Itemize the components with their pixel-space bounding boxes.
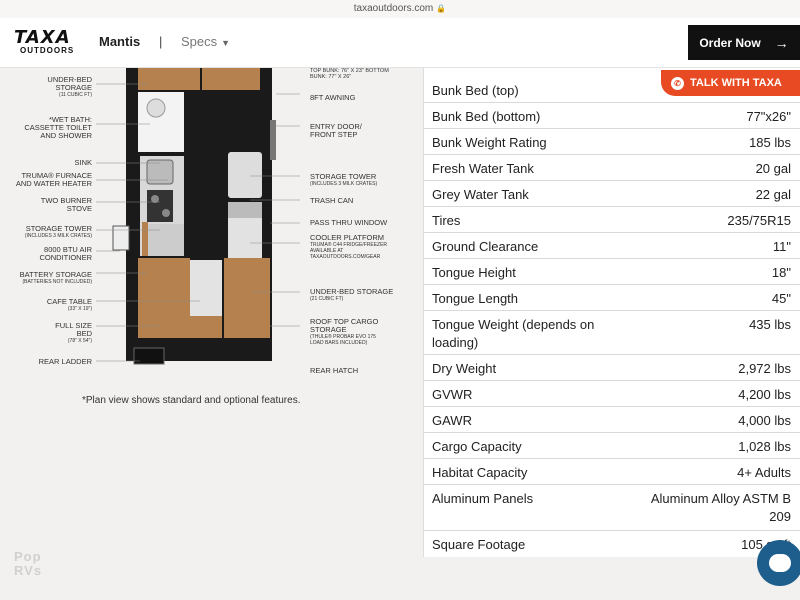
cafe-table	[190, 260, 222, 316]
entry-door	[270, 120, 276, 160]
label-storage-tower-right: STORAGE TOWER (INCLUDES 3 MILK CRATES)	[310, 172, 378, 188]
spec-row: GAWR 4,000 lbs	[424, 407, 800, 433]
label-entry-door: ENTRY DOOR/ FRONT STEP	[310, 122, 362, 139]
label-furnace: TRUMA® FURNACE AND WATER HEATER	[15, 171, 92, 188]
label-trash-can: TRASH CAN	[310, 196, 354, 205]
label-cafe-table: CAFE TABLE (33" X 19")	[46, 297, 92, 313]
browser-url-bar[interactable]: taxaoutdoors.com 🔒	[0, 0, 800, 18]
cooler-platform	[228, 218, 262, 258]
order-now-label: Order Now	[699, 35, 761, 50]
chevron-down-icon: ▼	[221, 38, 231, 48]
url-text[interactable]: taxaoutdoors.com 🔒	[0, 3, 800, 14]
spec-row: Fresh Water Tank 20 gal	[424, 155, 800, 181]
order-now-button[interactable]: Order Now →	[688, 25, 800, 60]
label-roof-top-cargo: ROOF TOP CARGO STORAGE (THULE® PROBAR EVO…	[310, 317, 379, 347]
spec-row: Grey Water Tank 22 gal	[424, 181, 800, 207]
plan-footnote: *Plan view shows standard and optional f…	[82, 395, 301, 406]
talk-with-taxa-label: TALK WITH TAXA	[690, 77, 782, 89]
rear-bed-center	[190, 316, 222, 338]
specs-dropdown[interactable]: Specs ▼	[181, 34, 230, 49]
label-pass-thru-window: PASS THRU WINDOW	[310, 218, 388, 227]
label-full-size-bed: FULL SIZE BED (78" X 54")	[55, 321, 92, 345]
battery-storage	[142, 222, 148, 256]
spec-row: Square Footage105 sq ft	[432, 537, 791, 552]
nav-separator: |	[159, 34, 163, 49]
specs-label: Specs	[181, 34, 218, 49]
burner-icon	[162, 209, 170, 217]
spec-row: Habitat Capacity 4+ Adults	[424, 459, 800, 485]
toilet-icon	[146, 98, 166, 118]
lock-icon: 🔒	[436, 4, 447, 13]
nav-model-name[interactable]: Mantis	[99, 34, 140, 49]
spec-row: Dry Weight 2,972 lbs	[424, 355, 800, 381]
front-storage-left	[138, 68, 200, 90]
logo-sub: OUTDOORS	[20, 46, 75, 55]
talk-with-taxa-button[interactable]: ✆ TALK WITH TAXA	[661, 70, 800, 96]
label-air-conditioner: 8000 BTU AIR CONDITIONER	[39, 245, 93, 262]
taxa-logo[interactable]: TAXA OUTDOORS	[14, 27, 80, 58]
watermark: Pop RVs	[14, 549, 43, 578]
label-bunk-sizes: TOP BUNK: 76" X 23" BOTTOM BUNK: 77" X 2…	[310, 68, 389, 80]
label-sink: SINK	[74, 158, 92, 167]
label-storage-tower-left: STORAGE TOWER (INCLUDES 3 MILK CRATES)	[24, 224, 92, 240]
spec-row: Ground Clearance 11"	[424, 233, 800, 259]
trash-can	[228, 202, 262, 218]
spec-row: GVWR 4,200 lbs	[424, 381, 800, 407]
rear-bed-right	[224, 258, 270, 338]
label-wet-bath: *WET BATH: CASSETTE TOILET AND SHOWER	[24, 115, 92, 140]
label-awning: 8FT AWNING	[310, 93, 356, 102]
label-rear-hatch: REAR HATCH	[310, 366, 359, 375]
label-rear-ladder: REAR LADDER	[38, 357, 92, 366]
storage-tower-right	[228, 152, 262, 198]
spec-row: Tongue Height 18"	[424, 259, 800, 285]
rear-ladder	[133, 347, 165, 365]
spec-row: Tires 235/75R15	[424, 207, 800, 233]
spec-row: Bunk Bed (bottom) 77"x26"	[424, 103, 800, 129]
spec-row: Bunk Weight Rating 185 lbs	[424, 129, 800, 155]
chat-bubble-icon	[769, 554, 791, 572]
storage-tower-left	[148, 224, 184, 256]
chat-widget-button[interactable]	[757, 540, 800, 586]
front-storage-right	[202, 68, 260, 90]
logo-mark: TAXA	[14, 27, 71, 48]
label-under-bed-storage-rear: UNDER-BED STORAGE (21 CUBIC FT)	[310, 287, 394, 303]
spec-row: Cargo Capacity 1,028 lbs	[424, 433, 800, 459]
stove-icon	[147, 190, 173, 222]
site-header: TAXA OUTDOORS Mantis | Specs ▼ Order Now …	[0, 18, 800, 68]
phone-icon: ✆	[671, 76, 684, 90]
air-conditioner	[112, 225, 130, 251]
label-battery-storage: BATTERY STORAGE (BATTERIES NOT INCLUDED)	[19, 270, 92, 286]
label-under-bed-storage-front: UNDER-BED STORAGE (11 CUBIC FT)	[47, 75, 92, 99]
spec-row: Tongue Weight (depends on loading) 435 lb…	[424, 311, 800, 355]
label-cooler-platform: COOLER PLATFORM TRUMA® C44 FRIDGE/FREEZER…	[310, 233, 388, 261]
spec-row: Tongue Length 45"	[424, 285, 800, 311]
arrow-right-icon: →	[774, 34, 789, 51]
sink-icon	[146, 159, 174, 185]
floor-plan: UNDER-BED STORAGE (11 CUBIC FT) *WET BATH…	[0, 68, 422, 600]
specs-table: Bunk Bed (top) Bunk Bed (bottom) 77"x26" …	[423, 68, 800, 557]
spec-row: Aluminum Panels Aluminum Alloy ASTM B 209	[424, 485, 800, 531]
label-stove: TWO BURNER STOVE	[40, 196, 92, 213]
